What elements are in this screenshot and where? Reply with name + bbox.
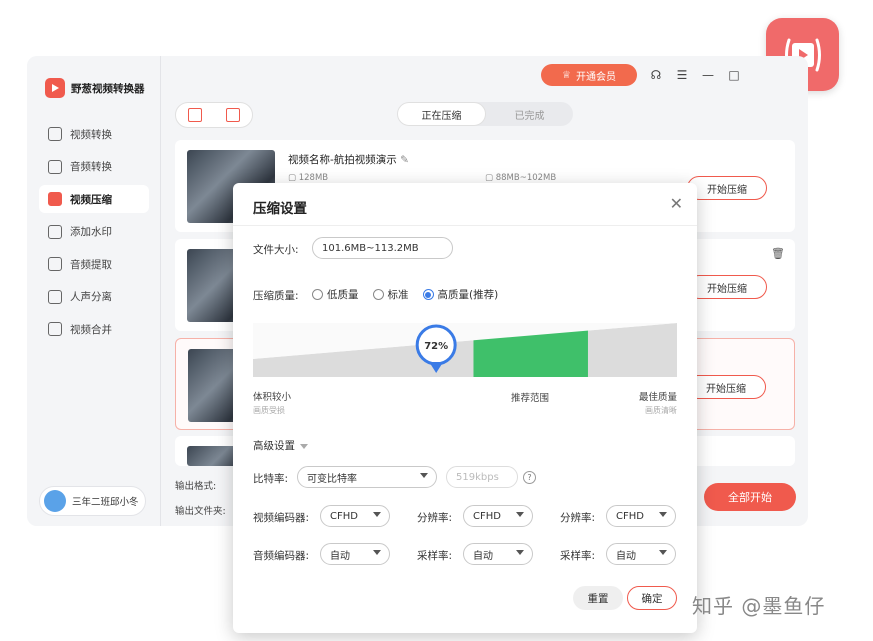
start-compress-button[interactable]: 开始压缩	[687, 176, 767, 200]
sidebar-nav: 视频转换 音频转换 视频压缩 添加水印 音频提取 人声分离 视频合并	[39, 120, 149, 348]
tab-done[interactable]: 已完成	[486, 102, 573, 126]
chevron-down-icon	[373, 512, 381, 517]
slider-right-sub: 画质清晰	[645, 406, 677, 415]
sidebar: 野葱视频转换器 视频转换 音频转换 视频压缩 添加水印 音频提取 人声分离 视频…	[27, 56, 161, 526]
bitrate-mode-select[interactable]: 可变比特率	[297, 466, 437, 488]
divider	[233, 225, 697, 226]
logo-icon	[45, 78, 65, 98]
file-size-label: 文件大小:	[253, 244, 299, 256]
top-bar: ♕ 开通会员 ☊ ☰ — □	[541, 64, 741, 86]
resolution2-select[interactable]: CFHD	[606, 505, 676, 527]
sidebar-item-audio-extract[interactable]: 音频提取	[39, 250, 149, 278]
output-format-label: 输出格式:	[175, 481, 217, 492]
chevron-down-icon	[659, 550, 667, 555]
maximize-icon[interactable]: □	[727, 68, 741, 82]
audio-extract-icon	[48, 257, 62, 271]
chevron-down-icon	[659, 512, 667, 517]
help-icon[interactable]: ?	[523, 471, 536, 484]
chevron-down-icon	[373, 550, 381, 555]
edit-icon[interactable]: ✎	[400, 154, 409, 166]
menu-icon[interactable]: ☰	[675, 68, 689, 82]
video-convert-icon	[48, 127, 62, 141]
file-icon: ▢	[288, 173, 297, 183]
quality-radio-group: 低质量 标准 高质量(推荐)	[312, 287, 498, 302]
user-name: 三年二班邱小冬	[72, 497, 139, 508]
video-merge-icon	[48, 322, 62, 336]
file-icon: ▢	[485, 173, 494, 183]
advanced-settings-toggle[interactable]: 高级设置	[253, 438, 308, 453]
slider-left-sub: 画质受损	[253, 406, 285, 415]
output-folder-label: 输出文件夹:	[175, 506, 226, 517]
chevron-down-icon	[420, 473, 428, 478]
slider-middle-label: 推荐范围	[511, 393, 550, 404]
chevron-down-icon	[516, 512, 524, 517]
confirm-button[interactable]: 确定	[627, 586, 677, 610]
sample-rate2-label: 采样率:	[560, 550, 596, 562]
add-folder-icon[interactable]	[226, 108, 240, 122]
quality-slider[interactable]: 72%	[253, 323, 677, 377]
quality-standard-radio[interactable]: 标准	[372, 287, 409, 302]
add-file-icon[interactable]	[188, 108, 202, 122]
resolution-select[interactable]: CFHD	[463, 505, 533, 527]
sidebar-item-video-convert[interactable]: 视频转换	[39, 120, 149, 148]
user-profile[interactable]: 三年二班邱小冬	[39, 486, 146, 516]
audio-encoder-select[interactable]: 自动	[320, 543, 390, 565]
add-file-group	[175, 102, 253, 128]
dialog-title: 压缩设置	[253, 201, 307, 217]
resolution-label: 分辨率:	[417, 512, 453, 524]
audio-encoder-label: 音频编码器:	[253, 550, 310, 562]
headset-icon[interactable]: ☊	[649, 68, 663, 82]
start-compress-button[interactable]: 开始压缩	[686, 375, 766, 399]
avatar	[44, 490, 66, 512]
file-name: 视频名称-航拍视频演示 ✎	[288, 154, 409, 166]
compress-settings-dialog: 压缩设置 ✕ 文件大小: 101.6MB~113.2MB 压缩质量: 低质量 标…	[233, 183, 697, 633]
sidebar-item-video-compress[interactable]: 视频压缩	[39, 185, 149, 213]
watermark-icon	[48, 224, 62, 239]
chevron-down-icon	[516, 550, 524, 555]
quality-low-radio[interactable]: 低质量	[312, 287, 359, 302]
crown-icon: ♕	[562, 69, 571, 81]
quality-slider-graphic: 72%	[253, 323, 677, 377]
slider-right-label: 最佳质量	[638, 392, 677, 403]
bitrate-label: 比特率:	[253, 473, 289, 485]
file-size-field[interactable]: 101.6MB~113.2MB	[312, 237, 453, 259]
sample-rate2-select[interactable]: 自动	[606, 543, 676, 565]
app-logo: 野葱视频转换器	[45, 78, 145, 98]
vocal-separate-icon	[48, 289, 62, 304]
sidebar-item-vocal-separate[interactable]: 人声分离	[39, 283, 149, 311]
slider-left-label: 体积较小	[253, 392, 292, 403]
reset-button[interactable]: 重置	[573, 586, 623, 610]
quality-label: 压缩质量:	[253, 290, 299, 302]
status-tabs: 正在压缩 已完成	[397, 102, 573, 126]
tab-compressing[interactable]: 正在压缩	[397, 102, 486, 126]
sidebar-item-watermark[interactable]: 添加水印	[39, 218, 149, 246]
audio-convert-icon	[48, 159, 62, 174]
vip-button[interactable]: ♕ 开通会员	[541, 64, 637, 86]
sidebar-item-video-merge[interactable]: 视频合并	[39, 315, 149, 343]
video-encoder-label: 视频编码器:	[253, 512, 310, 524]
bitrate-value-input[interactable]: 519kbps	[446, 466, 518, 488]
close-icon[interactable]: ✕	[670, 194, 683, 213]
start-compress-button[interactable]: 开始压缩	[687, 275, 767, 299]
minimize-icon[interactable]: —	[701, 68, 715, 82]
target-size: ▢ 88MB~102MB	[485, 173, 557, 183]
video-encoder-select[interactable]: CFHD	[320, 505, 390, 527]
original-size: ▢ 128MB	[288, 173, 329, 183]
slider-percent: 72%	[424, 341, 448, 352]
start-all-button[interactable]: 全部开始	[704, 483, 796, 511]
watermark-text: 知乎 @墨鱼仔	[692, 594, 826, 618]
sample-rate-select[interactable]: 自动	[463, 543, 533, 565]
resolution2-label: 分辨率:	[560, 512, 596, 524]
sample-rate-label: 采样率:	[417, 550, 453, 562]
quality-high-radio[interactable]: 高质量(推荐)	[422, 287, 498, 302]
sidebar-item-audio-convert[interactable]: 音频转换	[39, 153, 149, 181]
trash-icon[interactable]: 🗑	[771, 247, 785, 260]
app-name: 野葱视频转换器	[71, 82, 145, 95]
video-compress-icon	[48, 192, 62, 206]
